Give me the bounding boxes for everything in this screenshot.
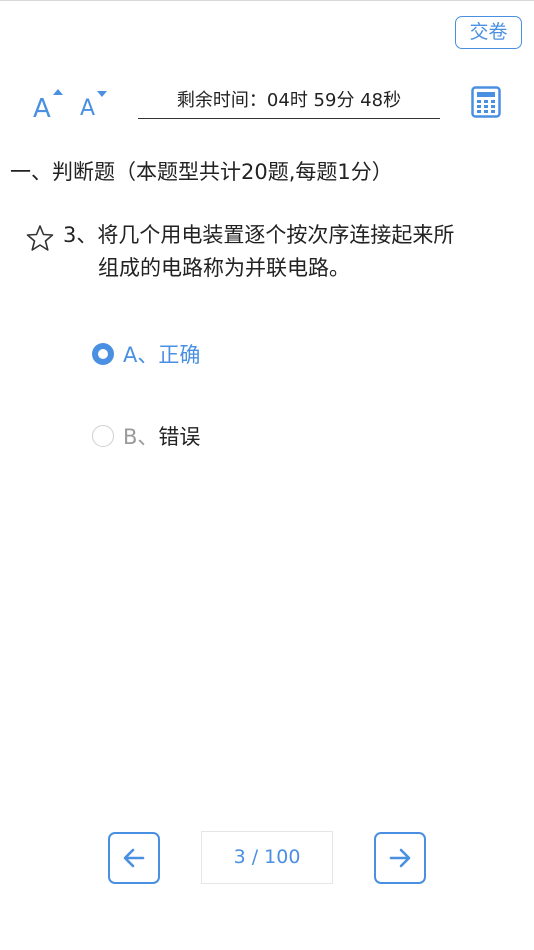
timer-text: 剩余时间：04时 59分 48秒 [176, 90, 402, 111]
font-decrease-letter: A [80, 96, 96, 121]
next-question-button[interactable] [374, 832, 426, 884]
countdown-timer: 剩余时间：04时 59分 48秒 [138, 86, 440, 119]
option-b-label: 错误 [158, 425, 201, 449]
option-a[interactable]: A、正确 [92, 339, 200, 369]
caret-down-icon [97, 91, 107, 97]
radio-selected-icon[interactable] [92, 343, 114, 365]
option-a-text: A、正确 [123, 339, 200, 369]
option-b-text: B、错误 [123, 421, 200, 451]
section-title: 一、判断题（本题型共计20题,每题1分） [10, 160, 393, 184]
top-divider [0, 0, 534, 1]
font-increase-letter: A [33, 94, 51, 124]
font-increase-button[interactable]: A [33, 88, 63, 122]
submit-exam-button[interactable]: 交卷 [455, 16, 522, 49]
option-a-letter: A、 [123, 343, 159, 367]
option-b[interactable]: B、错误 [92, 421, 200, 451]
radio-unselected-icon[interactable] [92, 425, 114, 447]
option-b-letter: B、 [123, 425, 159, 449]
question-line-2: 组成的电路称为并联电路。 [98, 256, 350, 280]
previous-question-button[interactable] [108, 832, 160, 884]
arrow-right-icon [389, 848, 411, 868]
option-a-label: 正确 [158, 343, 201, 367]
page-indicator: 3 / 100 [201, 831, 333, 884]
font-decrease-button[interactable]: A [80, 90, 108, 120]
question-number: 3、 [63, 223, 98, 247]
question-line-1: 将几个用电装置逐个按次序连接起来所 [97, 223, 455, 247]
question-text: 3、将几个用电装置逐个按次序连接起来所 组成的电路称为并联电路。 [63, 219, 521, 285]
caret-up-icon [53, 89, 63, 95]
arrow-left-icon [123, 848, 145, 868]
star-icon[interactable] [26, 224, 54, 252]
calculator-icon[interactable] [471, 86, 501, 118]
